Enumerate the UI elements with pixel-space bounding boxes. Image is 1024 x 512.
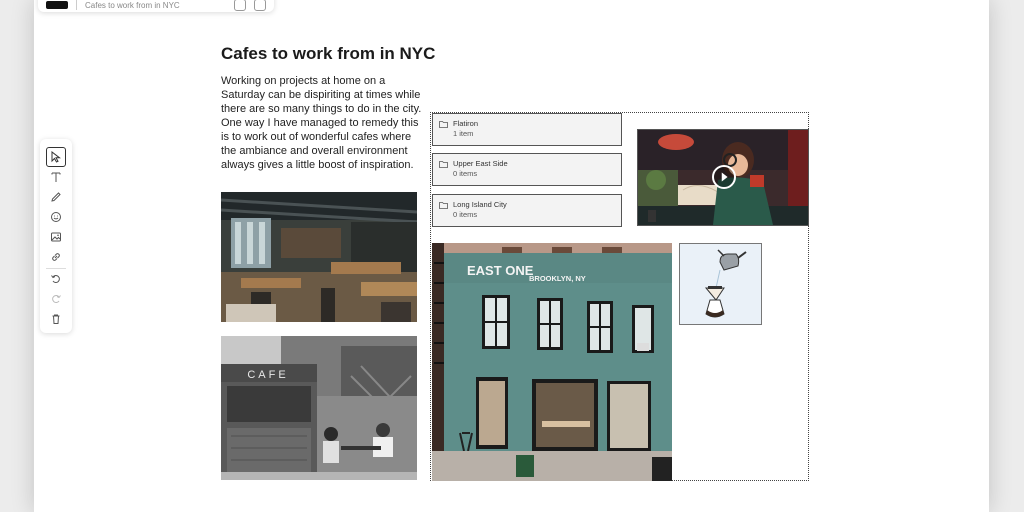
cursor-icon xyxy=(51,151,61,163)
text-icon xyxy=(51,172,61,182)
smiley-icon xyxy=(51,212,61,222)
folder-name: Flatiron xyxy=(453,119,479,128)
settings-icon[interactable] xyxy=(234,0,246,11)
folder-long-island-city[interactable]: Long Island City 0 items xyxy=(432,194,622,227)
select-tool[interactable] xyxy=(46,147,66,167)
folder-name: Long Island City xyxy=(453,200,507,209)
toolbar xyxy=(40,139,72,333)
coffee-pour-over-image xyxy=(704,249,747,318)
folder-count: 0 items xyxy=(453,210,478,219)
undo-icon xyxy=(51,275,60,283)
cafe-interior-photo[interactable] xyxy=(221,192,417,322)
trash-icon xyxy=(52,314,60,324)
play-button[interactable] xyxy=(712,165,736,189)
undo-button[interactable] xyxy=(46,269,66,289)
cafe-kiosk-photo[interactable]: CAFE xyxy=(221,336,417,480)
cafe-kiosk-image: CAFE xyxy=(221,336,417,480)
folder-icon xyxy=(439,121,448,128)
intro-text[interactable]: Working on projects at home on a Saturda… xyxy=(221,74,426,172)
folder-upper-east-side[interactable]: Upper East Side 0 items xyxy=(432,153,622,186)
redo-icon xyxy=(52,295,61,303)
kiosk-sign-text: CAFE xyxy=(247,369,288,381)
top-bar-divider xyxy=(76,0,77,10)
storefront-photo[interactable]: EAST ONE BROOKLYN, NY xyxy=(432,243,672,481)
storefront-sign-text: EAST ONE xyxy=(467,263,534,278)
image-tool[interactable] xyxy=(46,227,66,247)
app-logo[interactable] xyxy=(46,1,68,9)
storefront-sign-subtext: BROOKLYN, NY xyxy=(529,274,586,283)
share-icon[interactable] xyxy=(254,0,266,11)
pen-icon xyxy=(51,192,61,202)
emoji-tool[interactable] xyxy=(46,207,66,227)
link-tool[interactable] xyxy=(46,247,66,267)
page-title[interactable]: Cafes to work from in NYC xyxy=(221,44,435,64)
folder-count: 1 item xyxy=(453,129,474,138)
folder-count: 0 items xyxy=(453,169,478,178)
lofi-video-thumbnail[interactable] xyxy=(637,129,809,226)
top-bar: Cafes to work from in NYC xyxy=(38,0,274,12)
text-tool[interactable] xyxy=(46,167,66,187)
redo-button[interactable] xyxy=(46,289,66,309)
top-bar-title: Cafes to work from in NYC xyxy=(85,0,180,10)
pen-tool[interactable] xyxy=(46,187,66,207)
delete-button[interactable] xyxy=(46,309,66,329)
storefront-image: EAST ONE BROOKLYN, NY xyxy=(432,243,672,481)
folder-icon xyxy=(439,161,448,168)
cafe-interior-image xyxy=(221,192,417,322)
folder-flatiron[interactable]: Flatiron 1 item xyxy=(432,113,622,146)
folder-name: Upper East Side xyxy=(453,159,508,168)
play-icon xyxy=(721,172,728,182)
collection-board[interactable]: Flatiron 1 item Upper East Side 0 items … xyxy=(430,112,809,481)
image-icon xyxy=(51,232,61,242)
link-icon xyxy=(52,253,60,261)
folder-icon xyxy=(439,202,448,209)
coffee-illustration[interactable] xyxy=(679,243,762,325)
